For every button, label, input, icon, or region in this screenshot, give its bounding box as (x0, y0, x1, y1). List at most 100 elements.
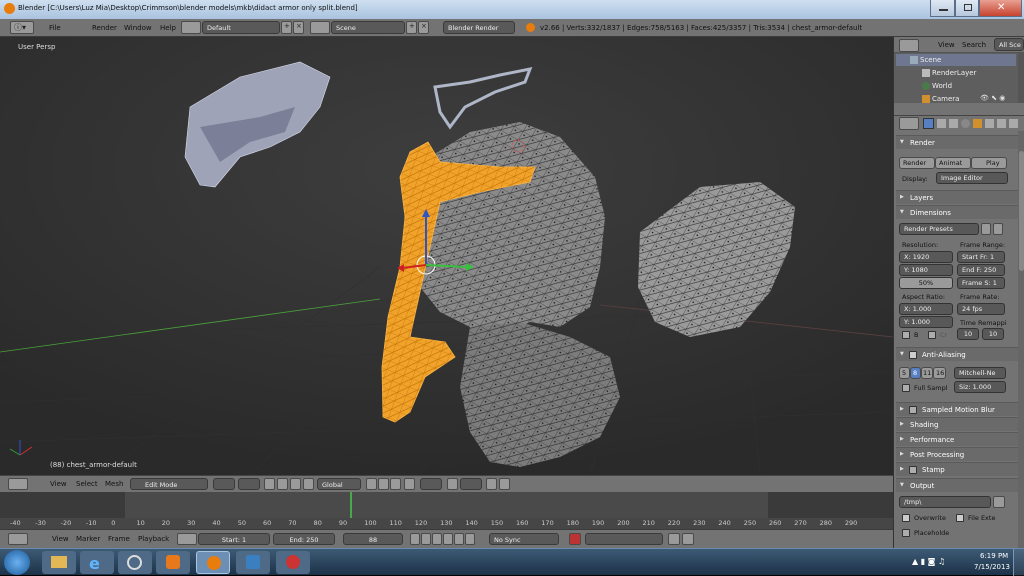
placeholders-checkbox[interactable] (902, 529, 910, 537)
render-button[interactable]: Render (899, 157, 935, 169)
scene-icon[interactable] (310, 21, 330, 34)
panel-motion-blur-header[interactable]: Sampled Motion Blur (896, 402, 1018, 416)
screen-layout-field[interactable]: Default (202, 21, 280, 34)
panel-render-header[interactable]: Render (896, 135, 1018, 149)
face-select-icon[interactable] (390, 478, 401, 490)
object-tab-icon[interactable] (973, 119, 982, 128)
motion-blur-checkbox[interactable] (909, 406, 917, 414)
properties-editor-type-button[interactable] (899, 117, 919, 130)
outliner-filter-select[interactable]: All Sce (994, 38, 1024, 51)
hp-taskbar-icon[interactable] (118, 551, 152, 574)
folder-browse-icon[interactable] (993, 496, 1005, 508)
internet-explorer-taskbar-icon[interactable]: e (80, 551, 114, 574)
proportional-edit-select[interactable] (420, 478, 442, 490)
panel-anti-aliasing-header[interactable]: Anti-Aliasing (896, 347, 1018, 361)
jump-keyframe-back-icon[interactable] (421, 533, 431, 545)
timeline-menu-frame[interactable]: Frame (108, 535, 130, 543)
translate-manipulator-icon[interactable] (277, 478, 288, 490)
start-frame-timeline-field[interactable]: Start: 1 (198, 533, 270, 545)
app-taskbar-icon[interactable] (236, 551, 270, 574)
clock-date[interactable]: 7/15/2013 (974, 563, 1010, 571)
panel-performance-header[interactable]: Performance (896, 432, 1018, 446)
render-presets-select[interactable]: Render Presets (899, 223, 979, 235)
resolution-percentage-field[interactable]: 50% (899, 277, 953, 289)
auto-keyframe-record-icon[interactable] (569, 533, 581, 545)
timeline-menu-view[interactable]: View (52, 535, 69, 543)
panel-shading-header[interactable]: Shading (896, 417, 1018, 431)
rotate-manipulator-icon[interactable] (290, 478, 301, 490)
timeline-menu-marker[interactable]: Marker (76, 535, 100, 543)
scale-manipulator-icon[interactable] (303, 478, 314, 490)
current-frame-field[interactable]: 88 (343, 533, 403, 545)
render-animation-icon[interactable] (499, 478, 510, 490)
stamp-checkbox[interactable] (909, 466, 917, 474)
viewport-shading-select[interactable] (213, 478, 235, 490)
resolution-x-field[interactable]: X: 1920 (899, 251, 953, 263)
render-tab-icon[interactable] (923, 118, 934, 129)
output-path-field[interactable]: /tmp\ (899, 496, 991, 508)
visibility-icon[interactable]: 👁 ⬉ ◉ (980, 94, 1005, 102)
3d-menu-view[interactable]: View (50, 480, 67, 488)
modifiers-tab-icon[interactable] (997, 119, 1006, 128)
display-select[interactable]: Image Editor (936, 172, 1008, 184)
manipulator-toggle-icon[interactable] (264, 478, 275, 490)
screen-layout-icon[interactable] (181, 21, 201, 34)
jump-start-icon[interactable] (410, 533, 420, 545)
timeline-editor-type-button[interactable] (8, 533, 28, 545)
vertex-select-icon[interactable] (366, 478, 377, 490)
aa-samples-5[interactable]: 5 (899, 367, 910, 379)
edge-select-icon[interactable] (378, 478, 389, 490)
minimize-button[interactable] (930, 0, 955, 17)
time-remap-old-field[interactable]: 10 (957, 328, 979, 340)
panel-layers-header[interactable]: Layers (896, 190, 1018, 204)
scene-tab-icon[interactable] (949, 119, 958, 128)
jump-end-icon[interactable] (465, 533, 475, 545)
add-screen-button[interactable]: + (281, 21, 292, 34)
add-preset-button[interactable] (981, 223, 991, 235)
animation-button[interactable]: Animat (935, 157, 971, 169)
aa-filter-select[interactable]: Mitchell-Ne (954, 367, 1006, 379)
preview-range-icon[interactable] (177, 533, 197, 545)
restore-button[interactable] (955, 0, 979, 17)
file-extensions-checkbox[interactable] (956, 514, 964, 522)
world-tab-icon[interactable] (961, 119, 970, 128)
constraints-tab-icon[interactable] (985, 119, 994, 128)
frame-rate-select[interactable]: 24 fps (957, 303, 1005, 315)
overwrite-checkbox[interactable] (902, 514, 910, 522)
keying-set-field[interactable] (585, 533, 663, 545)
3d-view-editor-type-button[interactable] (8, 478, 28, 490)
aspect-x-field[interactable]: X: 1.000 (899, 303, 953, 315)
insert-keyframe-icon[interactable] (668, 533, 680, 545)
limit-selection-icon[interactable] (404, 478, 415, 490)
menu-help[interactable]: Help (160, 24, 176, 32)
transform-orientation-select[interactable]: Global (317, 478, 361, 490)
viewport-canvas[interactable] (0, 37, 893, 475)
panel-dimensions-header[interactable]: Dimensions (896, 205, 1018, 219)
editor-type-info-button[interactable]: ⓘ▾ (10, 21, 34, 34)
clock-time[interactable]: 6:19 PM (980, 552, 1008, 560)
play-button[interactable]: Play (971, 157, 1007, 169)
properties-scroll-thumb[interactable] (1019, 151, 1024, 271)
anti-aliasing-checkbox[interactable] (909, 351, 917, 359)
aa-samples-11[interactable]: 11 (921, 367, 933, 379)
remove-preset-button[interactable] (993, 223, 1003, 235)
outliner-scrollbar[interactable] (1018, 53, 1024, 103)
delete-keyframe-icon[interactable] (682, 533, 694, 545)
play-icon[interactable] (443, 533, 453, 545)
outliner-row[interactable]: World (896, 80, 1016, 92)
panel-stamp-header[interactable]: Stamp (896, 462, 1018, 476)
outliner-editor-type-button[interactable] (899, 39, 919, 52)
menu-render[interactable]: Render (92, 24, 117, 32)
menu-file[interactable]: File (49, 24, 61, 32)
media-player-taskbar-icon[interactable] (156, 551, 190, 574)
aspect-y-field[interactable]: Y: 1.000 (899, 316, 953, 328)
outliner-menu-search[interactable]: Search (962, 41, 986, 49)
resolution-y-field[interactable]: Y: 1080 (899, 264, 953, 276)
paint-taskbar-icon[interactable] (276, 551, 310, 574)
frame-step-field[interactable]: Frame S: 1 (957, 277, 1005, 289)
pivot-point-select[interactable] (238, 478, 260, 490)
snap-toggle-icon[interactable] (447, 478, 458, 490)
render-layers-tab-icon[interactable] (937, 119, 946, 128)
panel-post-processing-header[interactable]: Post Processing (896, 447, 1018, 461)
play-reverse-icon[interactable] (432, 533, 442, 545)
